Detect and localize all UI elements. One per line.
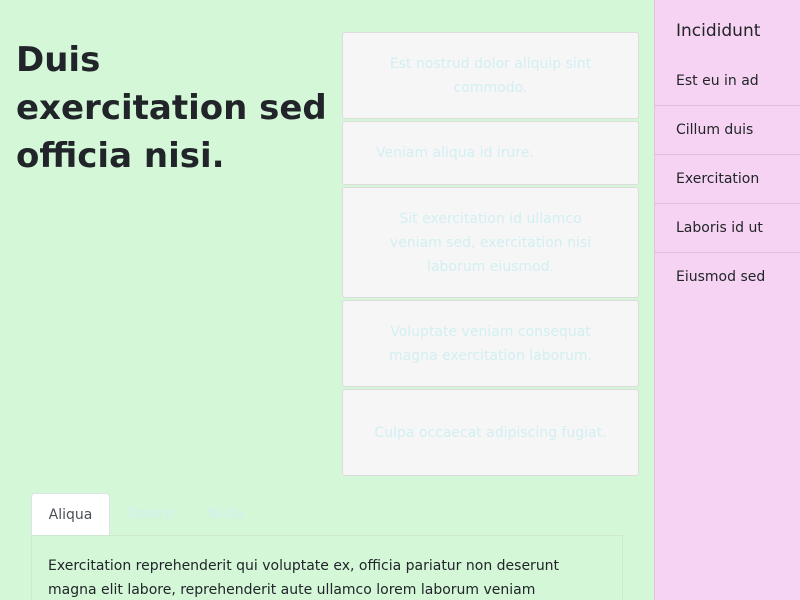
sidebar-item-est-eu-in-ad[interactable]: Est eu in ad bbox=[655, 57, 800, 106]
tab-panel: Exercitation reprehenderit qui voluptate… bbox=[31, 535, 623, 600]
sidebar-title: Incididunt bbox=[676, 21, 761, 41]
sidebar-item-cillum-duis[interactable]: Cillum duis bbox=[655, 106, 800, 155]
sidebar: Incididunt Est eu in ad Cillum duis Exer… bbox=[654, 0, 800, 600]
tab-aliqua[interactable]: Aliqua bbox=[31, 493, 110, 536]
page-title: Duis exercitation sed officia nisi. bbox=[16, 40, 327, 176]
tab-bar: Aliqua Dolore Nulla bbox=[31, 493, 623, 536]
card-item[interactable]: Voluptate veniam consequat magna exercit… bbox=[342, 300, 639, 387]
sidebar-item-exercitation[interactable]: Exercitation bbox=[655, 155, 800, 204]
card-item[interactable]: Veniam aliqua id irure. bbox=[342, 121, 639, 185]
tab-dolore[interactable]: Dolore bbox=[119, 493, 183, 536]
card-item[interactable]: Culpa occaecat adipiscing fugiat. bbox=[342, 389, 639, 476]
card-item[interactable]: Sit exercitation id ullamco veniam sed, … bbox=[342, 187, 639, 298]
main-content: Duis exercitation sed officia nisi. Est … bbox=[0, 0, 654, 600]
card-stack: Est nostrud dolor aliquip sint commodo. … bbox=[342, 32, 639, 478]
sidebar-item-laboris-id-ut[interactable]: Laboris id ut bbox=[655, 204, 800, 253]
sidebar-item-eiusmod-sed[interactable]: Eiusmod sed bbox=[655, 253, 800, 302]
tab-nulla[interactable]: Nulla bbox=[201, 493, 251, 536]
card-item[interactable]: Est nostrud dolor aliquip sint commodo. bbox=[342, 32, 639, 119]
sidebar-list: Est eu in ad Cillum duis Exercitation La… bbox=[655, 57, 800, 302]
